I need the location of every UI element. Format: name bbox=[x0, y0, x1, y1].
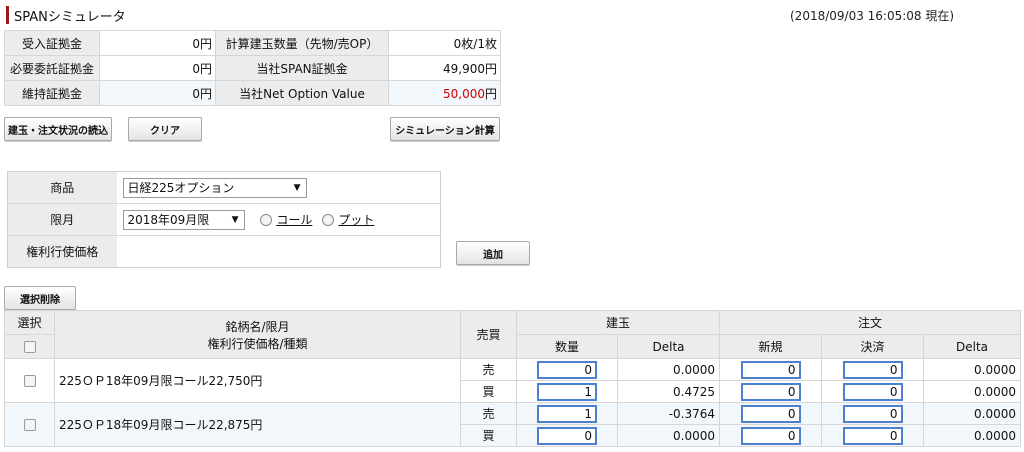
summary-value: 49,900円 bbox=[388, 55, 501, 81]
delete-selected-button[interactable]: 選択削除 bbox=[4, 286, 76, 310]
new-order-input[interactable]: 0 bbox=[740, 404, 801, 423]
net-option-value-unit: 円 bbox=[484, 86, 497, 101]
order-delta-cell: 0.0000 bbox=[923, 380, 1022, 403]
form-row-month: 限月 2018年09月限 ▼ コール プット bbox=[7, 203, 441, 236]
qty-input[interactable]: 1 bbox=[537, 382, 597, 401]
select-all-checkbox[interactable] bbox=[23, 341, 36, 353]
row-select-cell bbox=[4, 358, 55, 403]
delta-header: Delta bbox=[616, 334, 721, 359]
name-header-line1: 銘柄名/限月 bbox=[225, 319, 290, 334]
put-radio[interactable] bbox=[322, 213, 335, 226]
product-select[interactable]: 日経225オプション ▼ bbox=[122, 177, 307, 198]
side-cell: 売 bbox=[460, 402, 517, 425]
row-select-cell bbox=[4, 402, 55, 447]
table-row: 225ＯＰ18年09月限コール22,750円 売 0 0.0000 0 0 0.… bbox=[4, 358, 1022, 403]
settle-header: 決済 bbox=[821, 334, 925, 359]
page-header: SPANシミュレータ bbox=[6, 6, 126, 25]
clear-button[interactable]: クリア bbox=[128, 117, 202, 141]
select-header-label: 選択 bbox=[17, 316, 42, 330]
settle-order-input[interactable]: 0 bbox=[842, 426, 903, 445]
new-order-input[interactable]: 0 bbox=[740, 360, 801, 379]
month-label: 限月 bbox=[7, 203, 117, 236]
dropdown-arrow-icon: ▼ bbox=[231, 214, 239, 225]
row-checkbox[interactable] bbox=[23, 419, 36, 431]
order-delta-cell: 0.0000 bbox=[923, 424, 1022, 447]
title-accent-bar bbox=[6, 6, 9, 24]
summary-label: 当社Net Option Value bbox=[215, 80, 389, 106]
call-label[interactable]: コール bbox=[276, 211, 312, 228]
form-row-product: 商品 日経225オプション ▼ bbox=[7, 171, 441, 204]
new-order-input[interactable]: 0 bbox=[740, 426, 801, 445]
delta-cell: 0.0000 bbox=[616, 424, 721, 447]
month-select[interactable]: 2018年09月限 ▼ bbox=[122, 209, 245, 230]
strike-label: 権利行使価格 bbox=[7, 235, 117, 268]
summary-label: 当社SPAN証拠金 bbox=[215, 55, 389, 81]
side-cell: 買 bbox=[460, 380, 517, 403]
page-title: SPANシミュレータ bbox=[14, 9, 126, 25]
strike-value-cell[interactable] bbox=[116, 235, 441, 268]
side-cell: 買 bbox=[460, 424, 517, 447]
timestamp: (2018/09/03 16:05:08 現在) bbox=[790, 9, 955, 23]
put-label[interactable]: プット bbox=[338, 211, 374, 228]
qty-input[interactable]: 0 bbox=[537, 426, 597, 445]
delta-cell: 0.4725 bbox=[616, 380, 721, 403]
settle-order-input[interactable]: 0 bbox=[842, 360, 903, 379]
summary-value: 0円 bbox=[99, 55, 216, 81]
summary-value: 0円 bbox=[99, 80, 216, 106]
summary-row: 受入証拠金 0円 計算建玉数量（先物/売OP） 0枚/1枚 bbox=[4, 30, 501, 56]
net-option-value: 50,000円 bbox=[388, 80, 501, 106]
instrument-name: 225ＯＰ18年09月限コール22,875円 bbox=[54, 402, 461, 447]
header-row: 選択 銘柄名/限月 権利行使価格/種類 売買 建玉 注文 bbox=[4, 310, 1022, 359]
summary-value: 0枚/1枚 bbox=[388, 30, 501, 56]
name-header: 銘柄名/限月 権利行使価格/種類 bbox=[54, 310, 461, 359]
position-header: 建玉 bbox=[515, 310, 721, 335]
order-delta-header: Delta bbox=[923, 334, 1022, 359]
product-label: 商品 bbox=[7, 171, 117, 204]
summary-table: 受入証拠金 0円 計算建玉数量（先物/売OP） 0枚/1枚 必要委託証拠金 0円… bbox=[4, 30, 501, 106]
table-row: 225ＯＰ18年09月限コール22,875円 売 1 -0.3764 0 0 0… bbox=[4, 402, 1022, 447]
add-button[interactable]: 追加 bbox=[456, 241, 530, 265]
settle-order-input[interactable]: 0 bbox=[842, 404, 903, 423]
side-cell: 売 bbox=[460, 358, 517, 381]
new-header: 新規 bbox=[719, 334, 823, 359]
instrument-name: 225ＯＰ18年09月限コール22,750円 bbox=[54, 358, 461, 403]
order-delta-cell: 0.0000 bbox=[923, 402, 1022, 425]
summary-row: 維持証拠金 0円 当社Net Option Value 50,000円 bbox=[4, 80, 501, 106]
summary-label: 必要委託証拠金 bbox=[4, 55, 100, 81]
positions-table: 選択 銘柄名/限月 権利行使価格/種類 売買 建玉 注文 数量 Delta 新規… bbox=[4, 310, 1022, 447]
option-type-group: コール プット bbox=[260, 211, 384, 228]
summary-label: 受入証拠金 bbox=[4, 30, 100, 56]
qty-input[interactable]: 0 bbox=[537, 360, 597, 379]
summary-label: 維持証拠金 bbox=[4, 80, 100, 106]
load-positions-button[interactable]: 建玉・注文状況の読込 bbox=[4, 117, 112, 141]
side-header: 売買 bbox=[460, 310, 517, 359]
summary-label: 計算建玉数量（先物/売OP） bbox=[215, 30, 389, 56]
entry-form: 商品 日経225オプション ▼ 限月 2018年09月限 ▼ コール プット 権… bbox=[7, 171, 441, 268]
simulate-button[interactable]: シミュレーション計算 bbox=[390, 117, 500, 141]
form-row-strike: 権利行使価格 bbox=[7, 235, 441, 268]
delta-cell: -0.3764 bbox=[616, 402, 721, 425]
order-header: 注文 bbox=[719, 310, 1022, 335]
qty-header: 数量 bbox=[516, 334, 618, 359]
call-radio[interactable] bbox=[260, 213, 273, 226]
row-checkbox[interactable] bbox=[23, 375, 36, 387]
dropdown-arrow-icon: ▼ bbox=[293, 182, 301, 193]
settle-order-input[interactable]: 0 bbox=[842, 382, 903, 401]
summary-value: 0円 bbox=[99, 30, 216, 56]
product-select-value: 日経225オプション bbox=[127, 181, 235, 195]
name-header-line2: 権利行使価格/種類 bbox=[207, 336, 308, 351]
qty-input[interactable]: 1 bbox=[537, 404, 597, 423]
new-order-input[interactable]: 0 bbox=[740, 382, 801, 401]
select-all-cell bbox=[4, 334, 55, 359]
net-option-value-amount: 50,000 bbox=[442, 86, 485, 101]
summary-row: 必要委託証拠金 0円 当社SPAN証拠金 49,900円 bbox=[4, 55, 501, 81]
month-select-value: 2018年09月限 bbox=[127, 213, 210, 227]
order-delta-cell: 0.0000 bbox=[923, 358, 1022, 381]
select-header: 選択 bbox=[4, 310, 55, 335]
delta-cell: 0.0000 bbox=[616, 358, 721, 381]
